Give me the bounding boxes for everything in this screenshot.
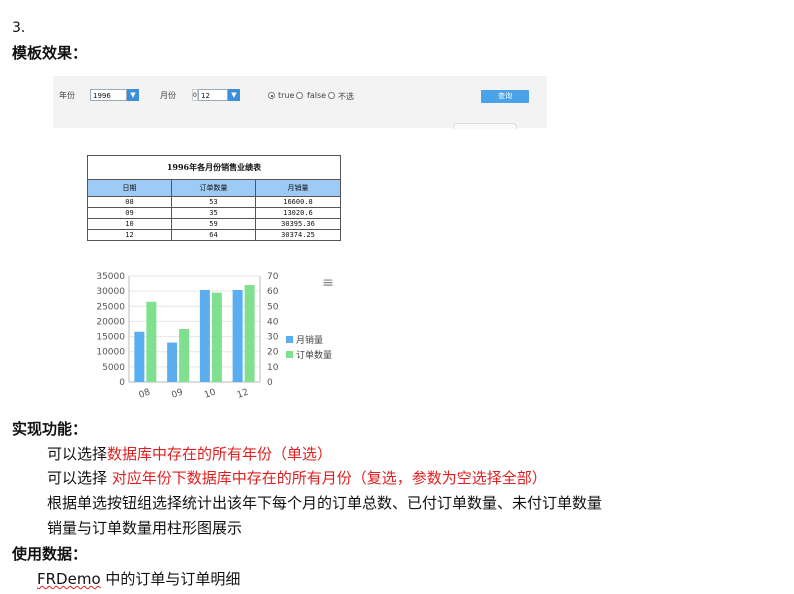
y-right-tick-label: 30 — [267, 333, 279, 343]
radio-true-label: true — [278, 91, 295, 100]
heading-features: 实现功能： — [12, 420, 88, 438]
y-right-tick-label: 10 — [267, 363, 279, 373]
x-tick-label: 12 — [236, 387, 250, 400]
query-button[interactable]: 查询 — [481, 90, 529, 103]
feature-line-2-plain: 可以选择 — [47, 469, 112, 487]
cell-orders: 35 — [171, 207, 256, 219]
cell-date: 12 — [87, 229, 172, 241]
sales-chart: 35000 30000 25000 20000 15000 10000 5000 0 70 60 5… — [96, 272, 334, 401]
y-left-tick-label: 25000 — [96, 302, 125, 312]
y-right-tick-label: 40 — [267, 317, 279, 327]
month-select[interactable]: 12 — [198, 89, 228, 101]
bar-sales — [199, 289, 210, 382]
feature-line-4: 销量与订单数量用柱形图展示 — [47, 519, 243, 537]
legend-swatch — [286, 336, 293, 343]
radio-none[interactable] — [328, 92, 335, 99]
feature-line-1-plain: 可以选择 — [47, 445, 108, 463]
year-select[interactable]: 1996 — [90, 89, 127, 101]
x-tick-label: 10 — [203, 387, 217, 400]
legend-label: 月销量 — [296, 334, 323, 346]
col-header-orders: 订单数量 — [171, 179, 256, 197]
bar-sales — [232, 290, 243, 382]
report-table: 1996年各月份销售业绩表 日期 订单数量 月销量 08 53 16600.8 … — [87, 155, 341, 241]
radio-false-label: false — [307, 91, 327, 100]
y-left-tick-label: 35000 — [96, 272, 125, 282]
cell-sales: 13020.6 — [255, 207, 341, 219]
bar-orders — [211, 292, 222, 382]
x-tick-label: 09 — [170, 387, 184, 400]
feature-line-3: 根据单选按钮组选择统计出该年下每个月的订单总数、已付订单数量、未付订单数量 — [47, 494, 603, 512]
cell-date: 08 — [87, 196, 172, 208]
y-left-tick-label: 5000 — [102, 363, 125, 373]
table-row: 08 53 16600.8 — [87, 196, 341, 208]
feature-line-1: 可以选择数据库中存在的所有年份（单选） — [47, 443, 332, 464]
y-right-tick-label: 50 — [267, 302, 279, 312]
bar-sales — [167, 342, 178, 382]
feature-line-1-red: 数据库中存在的所有年份（单选） — [107, 445, 333, 463]
data-source-name: FRDemo — [37, 570, 101, 588]
legend-swatch — [286, 351, 293, 358]
report-title: 1996年各月份销售业绩表 — [87, 155, 341, 180]
table-row: 12 64 30374.25 — [87, 229, 341, 241]
radio-false[interactable] — [296, 92, 303, 99]
y-left-tick-label: 20000 — [96, 317, 125, 327]
section-number: 3. — [12, 20, 26, 36]
feature-line-2: 可以选择 对应年份下数据库中存在的所有月份（复选，参数为空选择全部） — [47, 467, 547, 488]
cell-orders: 59 — [171, 218, 256, 230]
col-header-sales: 月销量 — [255, 179, 341, 197]
feature-line-2-red: 对应年份下数据库中存在的所有月份（复选，参数为空选择全部） — [111, 469, 547, 487]
year-label: 年份 — [59, 91, 75, 100]
y-left-tick-label: 10000 — [96, 348, 125, 358]
radio-true[interactable] — [268, 92, 275, 99]
cell-date: 09 — [87, 207, 172, 219]
y-left-tick-label: 15000 — [96, 333, 125, 343]
cell-sales: 30395.36 — [255, 218, 341, 230]
col-header-date: 日期 — [87, 179, 172, 197]
cell-orders: 53 — [171, 196, 256, 208]
menu-icon: ≡ — [322, 275, 334, 291]
month-dropdown-icon[interactable]: ▼ — [228, 89, 240, 101]
data-line: FRDemo 中的订单与订单明细 — [37, 568, 240, 589]
data-source-desc: 中的订单与订单明细 — [100, 570, 241, 588]
cell-sales: 16600.8 — [255, 196, 341, 208]
table-row: 09 35 13020.6 — [87, 207, 341, 219]
cell-sales: 30374.25 — [255, 229, 341, 241]
y-right-tick-label: 60 — [267, 287, 279, 297]
bar-orders — [146, 301, 157, 382]
cell-orders: 64 — [171, 229, 256, 241]
y-right-tick-label: 70 — [267, 272, 279, 282]
panel-tab-edge — [453, 123, 517, 129]
parameter-panel: 年份 1996 ▼ 月份 0 12 ▼ true false 不选 查询 — [53, 76, 547, 129]
y-left-tick-label: 0 — [119, 378, 125, 388]
legend-label: 订单数量 — [296, 349, 332, 361]
y-left-tick-label: 30000 — [96, 287, 125, 297]
radio-none-label: 不选 — [338, 92, 354, 101]
bar-sales — [134, 331, 145, 382]
month-label: 月份 — [160, 91, 176, 100]
cell-date: 10 — [87, 218, 172, 230]
bar-orders — [179, 329, 190, 382]
year-dropdown-icon[interactable]: ▼ — [127, 89, 139, 101]
table-row: 10 59 30395.36 — [87, 218, 341, 230]
y-right-tick-label: 20 — [267, 348, 279, 358]
bar-orders — [244, 285, 255, 382]
heading-data: 使用数据： — [12, 545, 88, 563]
x-tick-label: 08 — [138, 387, 152, 400]
y-right-tick-label: 0 — [267, 378, 273, 388]
heading-template-effect: 模板效果： — [12, 44, 88, 62]
